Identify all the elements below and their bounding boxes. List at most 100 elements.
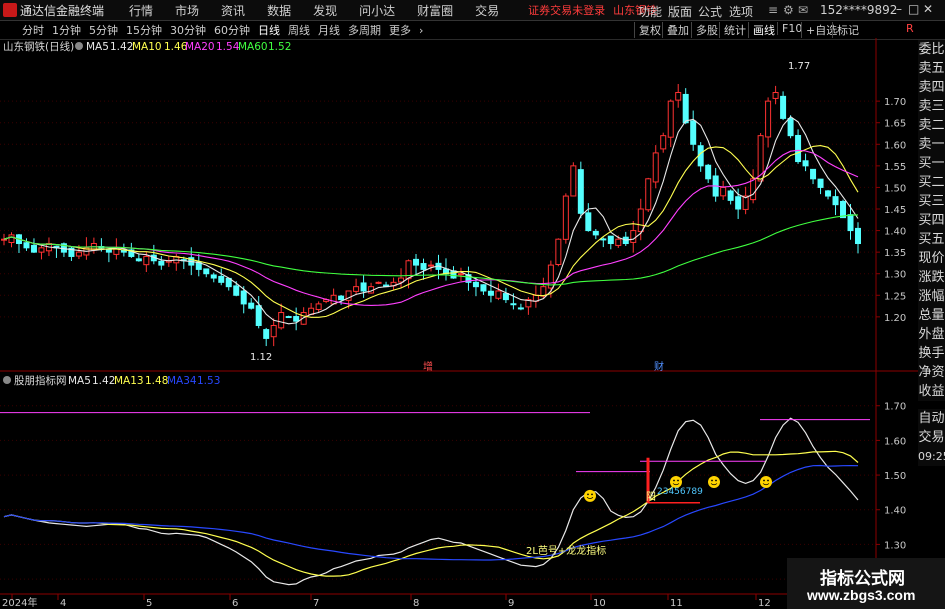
sidebar-item-9[interactable]: 买四 [918,211,945,230]
settings-dot-icon[interactable] [75,42,83,50]
period-more[interactable]: 更多 [389,22,411,38]
sidebar-item-2[interactable]: 卖四 [918,78,945,97]
sidebar-item-14[interactable]: 总量 [918,306,945,325]
btn-mark[interactable]: 标记 [832,22,859,38]
sidebar-item-1[interactable]: 卖五 [918,59,945,78]
ytick-label: 1.50 [884,183,906,194]
candle-body [855,227,861,245]
xtick-label: 12 [758,598,771,609]
menu-formula[interactable]: 公式 [698,3,722,20]
xtick-label: 2024年 [2,596,37,609]
candle-body [840,200,847,219]
candle-body [472,281,479,288]
right-panel-r[interactable]: R [906,22,914,35]
btn-multistock[interactable]: 多股 [691,22,718,38]
legend-l-ma13-value: 1.48 [145,375,168,387]
menu-icon[interactable]: ≡ [768,3,778,17]
sidebar-item-10[interactable]: 买五 [918,230,945,249]
menu-news[interactable]: 资讯 [221,2,245,19]
settings-icon[interactable]: ⚙ [783,3,794,17]
menu-quotes[interactable]: 行情 [129,2,153,19]
maximize-icon[interactable]: □ [908,2,919,16]
menu-wealth[interactable]: 财富圈 [417,2,453,19]
chevron-right-icon[interactable]: › [419,24,423,37]
smiley-eye [587,493,589,496]
sidebar-item-3[interactable]: 卖三 [918,97,945,116]
right-sidebar: 委比 卖五 卖四 卖三 卖二 卖一 买一 买二 买三 买四 买五 现价 涨跌 涨幅 总量 外盘 换手 净资 收益自动… [918,40,945,466]
menu-market[interactable]: 市场 [175,2,199,19]
yang-label: 阳 [646,491,656,503]
sidebar-item-11[interactable]: 现价 [918,249,945,268]
menu-trade[interactable]: 交易 [475,2,499,19]
settings-dot-icon[interactable] [3,376,11,384]
btn-stats[interactable]: 统计 [719,22,746,38]
period-1m[interactable]: 1分钟 [52,22,81,38]
smiley-eye [677,479,679,482]
candle-body [832,196,839,206]
menu-options[interactable]: 选项 [729,3,753,20]
btn-overlay[interactable]: 叠加 [662,22,689,38]
menu-layout[interactable]: 版面 [668,3,692,20]
sidebar-item-7[interactable]: 买二 [918,173,945,192]
candle-body [248,302,255,309]
btn-f10[interactable]: F10 [777,22,802,35]
candle-body [750,178,757,201]
sidebar-item-4[interactable]: 卖二 [918,116,945,135]
candle-body [293,316,300,322]
user-id[interactable]: 152****9892 [820,3,897,17]
candle-body [720,186,727,197]
candle-body [270,324,277,338]
period-60m[interactable]: 60分钟 [214,22,250,38]
mail-icon[interactable]: ✉ [798,3,808,17]
sidebar-item-8[interactable]: 买三 [918,192,945,211]
sidebar-item-17[interactable]: 净资 [918,363,945,382]
candle-body [817,178,824,188]
sidebar-item-13[interactable]: 涨幅 [918,287,945,306]
xtick-label: 5 [146,598,152,609]
candle-body [772,92,779,99]
period-daily[interactable]: 日线 [258,22,280,38]
sidebar-item-16[interactable]: 换手 [918,344,945,363]
btn-draw[interactable]: 画线 [748,22,775,38]
candle-body [667,100,674,138]
close-icon[interactable]: ✕ [923,2,933,16]
xtick-label: 9 [508,598,514,609]
sidebar-item-12[interactable]: 涨跌 [918,268,945,287]
candle-body [338,295,345,301]
sidebar-item-15[interactable]: 外盘 [918,325,945,344]
ma20-line [3,149,859,306]
sidebar-item-18[interactable]: 收益 [918,382,945,401]
candle-body [353,286,360,292]
xtick-label: 8 [413,598,419,609]
candle-body [607,235,614,245]
login-warning[interactable]: 证券交易未登录 [528,2,605,18]
candle-body [457,273,464,276]
ytick-label: 1.20 [884,313,906,324]
period-15m[interactable]: 15分钟 [126,22,162,38]
legend-ma20-value: 1.54 [216,41,240,53]
lower-chart [0,412,870,586]
period-tick[interactable]: 分时 [22,22,44,38]
sidebar-item-6[interactable]: 买一 [918,154,945,173]
sidebar-item-5[interactable]: 卖一 [918,135,945,154]
sidebar-lower-1[interactable]: 交易 [918,428,945,447]
btn-adjust[interactable]: 复权 [634,22,661,38]
sidebar-item-0[interactable]: 委比 [918,40,945,59]
high-annotation: 1.77 [788,61,810,72]
ytick-label: 1.40 [884,506,906,517]
period-weekly[interactable]: 周线 [288,22,310,38]
menu-data[interactable]: 数据 [267,2,291,19]
menu-function[interactable]: 功能 [638,3,662,20]
period-monthly[interactable]: 月线 [318,22,340,38]
minimize-icon[interactable]: – [896,2,902,16]
menu-discover[interactable]: 发现 [313,2,337,19]
smiley-eye [673,479,675,482]
smiley-eye [763,479,765,482]
smiley-eye [767,479,769,482]
menu-ask[interactable]: 问小达 [359,2,395,19]
smiley-icon [760,476,772,488]
period-multi[interactable]: 多周期 [348,22,381,38]
sidebar-lower-0[interactable]: 自动 [918,409,945,428]
period-5m[interactable]: 5分钟 [89,22,118,38]
period-30m[interactable]: 30分钟 [170,22,206,38]
